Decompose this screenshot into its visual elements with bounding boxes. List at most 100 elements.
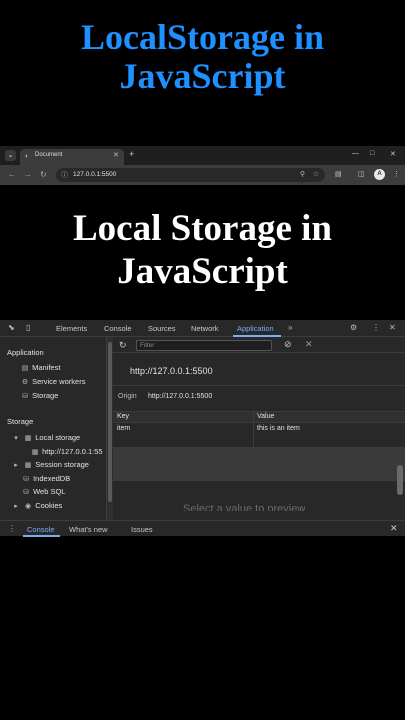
menu-dots-icon[interactable]: ⋮ — [393, 170, 400, 178]
device-toolbar-icon[interactable]: ▯ — [26, 323, 30, 332]
side-panel-icon[interactable]: ◫ — [358, 170, 365, 178]
preview-placeholder-text: Select a value to preview — [183, 503, 306, 511]
table-icon: ▦ — [31, 449, 39, 456]
tab-sources[interactable]: Sources — [148, 324, 176, 333]
profile-avatar[interactable]: A — [374, 169, 385, 180]
globe-icon: ◐ — [25, 153, 30, 160]
sidebar-item-label: http://127.0.0.1:55 — [42, 447, 103, 456]
refresh-icon[interactable]: ↻ — [119, 340, 127, 351]
sidebar-item-websql[interactable]: ⛁ Web SQL — [21, 487, 65, 496]
tab-title: Document — [35, 152, 63, 158]
sidebar-item-label: Service workers — [32, 377, 86, 386]
extensions-icon[interactable]: ▤ — [335, 170, 342, 178]
origin-value: http://127.0.0.1:5500 — [148, 393, 213, 400]
origin-label: Origin — [118, 393, 137, 400]
sidebar-item-service-workers[interactable]: ⚙ Service workers — [20, 377, 86, 386]
column-header-key[interactable]: Key — [117, 413, 129, 420]
sidebar-item-label: Web SQL — [33, 487, 66, 496]
devtools-close-icon[interactable]: ✕ — [389, 323, 396, 332]
back-icon[interactable]: ← — [8, 170, 16, 179]
drawer-close-icon[interactable]: ✕ — [390, 523, 398, 534]
window-close-icon[interactable]: ✕ — [390, 150, 396, 158]
table-row[interactable]: item this is an item — [113, 423, 405, 448]
video-title-banner: LocalStorage in JavaScript — [0, 18, 405, 96]
maximize-icon[interactable]: □ — [370, 150, 374, 157]
sidebar-item-storage[interactable]: ⛁ Storage — [20, 391, 58, 400]
page-heading-line-2: JavaScript — [117, 251, 288, 292]
expand-right-icon[interactable]: ▸ — [11, 461, 21, 469]
key-value-table: Key Value item this is an item Select a … — [113, 411, 405, 520]
devtools-drawer: ⋮ Console What's new Issues ✕ — [0, 520, 405, 537]
delete-selected-icon[interactable]: ✕ — [305, 339, 313, 350]
address-url: 127.0.0.1:5500 — [73, 171, 117, 178]
drawer-menu-icon[interactable]: ⋮ — [8, 524, 16, 533]
banner-line-2: JavaScript — [119, 56, 286, 96]
bookmark-star-icon[interactable]: ☆ — [313, 170, 319, 178]
sidebar-item-label: Manifest — [32, 363, 61, 372]
sidebar-item-session-storage[interactable]: ▸ ▦ Session storage — [11, 460, 89, 469]
sidebar-item-local-storage[interactable]: ▾ ▦ Local storage — [11, 433, 80, 442]
drawer-tab-whats-new[interactable]: What's new — [69, 525, 108, 534]
banner-line-1: LocalStorage in — [81, 17, 324, 57]
row-value[interactable]: this is an item — [257, 425, 300, 432]
drawer-tab-console[interactable]: Console — [27, 525, 55, 534]
empty-table-area — [113, 448, 405, 507]
clear-all-icon[interactable]: ⊘ — [284, 339, 292, 350]
origin-heading: http://127.0.0.1:5500 — [130, 366, 213, 376]
sidebar-item-cookies[interactable]: ▸ ◉ Cookies — [11, 501, 62, 510]
sidebar-item-manifest[interactable]: ▤ Manifest — [20, 363, 61, 372]
forward-icon[interactable]: → — [24, 170, 32, 179]
more-tabs-icon[interactable]: » — [288, 323, 292, 332]
zoom-icon[interactable]: ⚲ — [300, 170, 305, 178]
column-header-value[interactable]: Value — [257, 413, 274, 420]
tab-console[interactable]: Console — [104, 324, 132, 333]
page-content: Local Storage in JavaScript — [0, 185, 405, 320]
settings-gear-icon[interactable]: ⚙ — [350, 323, 357, 332]
browser-window: ⌄ ◐ Document ✕ + — □ ✕ ← → ↻ ⓘ 127.0.0.1… — [0, 146, 405, 537]
database-icon: ⛁ — [23, 489, 29, 496]
tab-elements[interactable]: Elements — [56, 324, 87, 333]
application-section-header: Application — [7, 348, 44, 357]
inspect-element-icon[interactable]: ⬊ — [8, 323, 15, 332]
divider — [113, 385, 405, 386]
table-icon: ▦ — [24, 435, 32, 442]
sidebar-item-label: Cookies — [35, 501, 63, 510]
expand-right-icon[interactable]: ▸ — [11, 502, 21, 510]
page-heading-line-1: Local Storage in — [73, 208, 332, 249]
sidebar-item-label: IndexedDB — [33, 474, 71, 483]
sidebar-item-label: Local storage — [35, 433, 81, 442]
page-heading: Local Storage in JavaScript — [0, 207, 405, 293]
main-scroll-thumb[interactable] — [397, 465, 403, 495]
storage-section-header: Storage — [7, 417, 34, 426]
filter-input[interactable] — [136, 340, 272, 351]
address-bar[interactable]: ⓘ 127.0.0.1:5500 ⚲ ☆ — [56, 168, 325, 182]
tab-close-icon[interactable]: ✕ — [113, 151, 119, 159]
row-key[interactable]: item — [117, 425, 130, 432]
expand-down-icon[interactable]: ▾ — [11, 434, 21, 442]
tab-strip: ⌄ ◐ Document ✕ + — □ ✕ — [0, 146, 405, 165]
devtools-tab-bar: ⬊ ▯ Elements Console Sources Network App… — [0, 320, 405, 337]
browser-toolbar: ← → ↻ ⓘ 127.0.0.1:5500 ⚲ ☆ ▤ ◫ A ⋮ — [0, 165, 405, 185]
site-info-icon[interactable]: ⓘ — [61, 170, 68, 180]
devtools-panel: ⬊ ▯ Elements Console Sources Network App… — [0, 320, 405, 537]
application-sidebar: Application ▤ Manifest ⚙ Service workers… — [0, 337, 107, 520]
drawer-tab-issues[interactable]: Issues — [131, 525, 153, 534]
browser-tab[interactable]: ◐ Document ✕ — [20, 149, 124, 165]
new-tab-icon[interactable]: + — [129, 149, 134, 159]
tab-application[interactable]: Application — [237, 324, 274, 333]
storage-toolbar: ↻ ⊘ ✕ — [113, 337, 405, 353]
sidebar-item-indexeddb[interactable]: ⛁ IndexedDB — [21, 474, 70, 483]
customize-menu-icon[interactable]: ⋮ — [372, 323, 380, 332]
value-preview-pane: Select a value to preview — [113, 480, 405, 520]
database-icon: ⛁ — [23, 476, 29, 483]
sidebar-scroll-thumb[interactable] — [108, 342, 112, 502]
reload-icon[interactable]: ↻ — [40, 170, 47, 179]
sidebar-item-local-origin[interactable]: ▦ http://127.0.0.1:55 — [30, 447, 103, 456]
table-header: Key Value — [113, 411, 405, 423]
database-icon: ⛁ — [22, 393, 28, 400]
table-icon: ▦ — [24, 462, 32, 469]
minimize-icon[interactable]: — — [352, 150, 359, 157]
file-icon: ▤ — [21, 365, 29, 372]
tab-network[interactable]: Network — [191, 324, 219, 333]
tab-search-icon[interactable]: ⌄ — [5, 150, 16, 161]
